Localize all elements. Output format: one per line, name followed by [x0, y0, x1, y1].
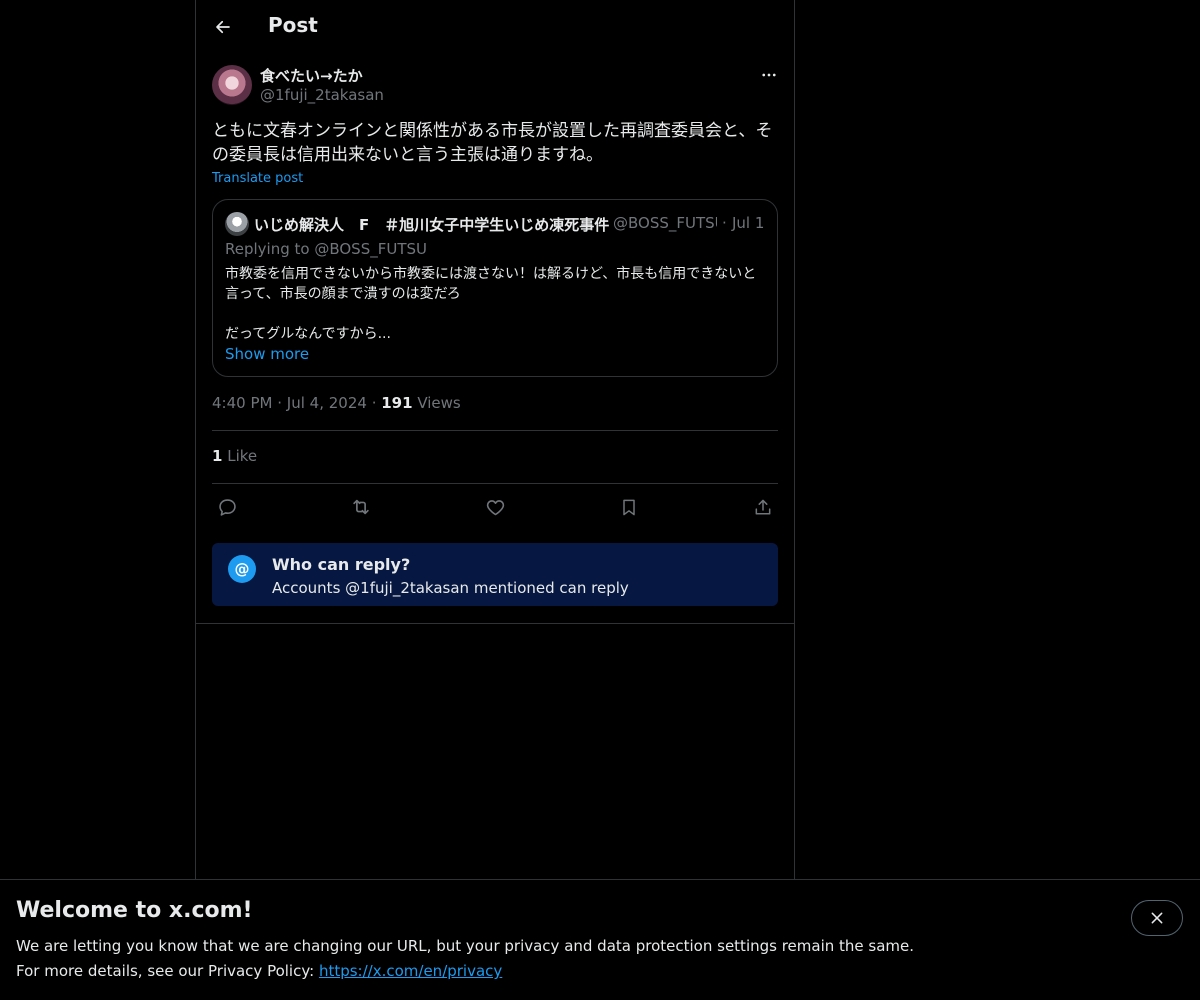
quote-text: 市教委を信用できないから市教委には渡さない！は解るけど、市長も信用できないと言っ… [225, 266, 757, 302]
quote-text-continued: だってグルなんですから... [225, 326, 391, 342]
repost-icon [353, 499, 369, 515]
close-icon [1151, 912, 1163, 924]
quote-date: Jul 1 [732, 214, 765, 232]
who-can-reply-subtitle: Accounts @1fuji_2takasan mentioned can r… [272, 579, 629, 597]
banner-message: We are letting you know that we are chan… [16, 937, 915, 955]
author-handle[interactable]: @1fuji_2takasan [260, 86, 384, 104]
share-icon [755, 499, 771, 514]
heart-icon [486, 499, 504, 515]
meta-separator: · [277, 394, 287, 412]
author-avatar[interactable] [212, 65, 252, 105]
privacy-policy-link[interactable]: https://x.com/en/privacy [319, 962, 502, 980]
show-more-link[interactable]: Show more [225, 345, 309, 363]
post-time[interactable]: 4:40 PM [212, 394, 272, 412]
quote-separator: · [722, 214, 727, 232]
share-button[interactable] [747, 494, 779, 520]
post-metadata: 4:40 PM · Jul 4, 2024 · 191 Views [212, 394, 461, 412]
quote-avatar [225, 212, 249, 236]
divider [196, 623, 794, 624]
likes-count: 1 [212, 447, 223, 465]
back-button[interactable] [206, 10, 240, 44]
welcome-banner: Welcome to x.com! We are letting you kno… [0, 879, 1200, 1000]
page-header: Post [196, 0, 794, 54]
at-sign-icon: @ [228, 555, 256, 583]
divider [212, 483, 778, 484]
quote-replying-to: Replying to @BOSS_FUTSU [225, 240, 427, 258]
who-can-reply-notice: @ Who can reply? Accounts @1fuji_2takasa… [212, 543, 778, 606]
banner-privacy-prefix: For more details, see our Privacy Policy… [16, 962, 319, 980]
more-options-button[interactable] [756, 62, 782, 88]
meta-separator: · [371, 394, 382, 412]
who-can-reply-title: Who can reply? [272, 555, 411, 574]
author-display-name[interactable]: 食べたい→たか [260, 65, 363, 86]
translate-post-link[interactable]: Translate post [212, 171, 303, 186]
views-label: Views [417, 394, 461, 412]
reply-icon [218, 498, 236, 516]
quote-handle: @BOSS_FUTSU [613, 214, 717, 232]
banner-privacy-line: For more details, see our Privacy Policy… [16, 962, 502, 980]
bookmark-button[interactable] [613, 494, 645, 520]
post-text: ともに文春オンラインと関係性がある市長が設置した再調査委員会と、その委員長は信用… [212, 121, 773, 165]
likes-label: Like [227, 447, 258, 465]
reply-button[interactable] [211, 494, 243, 520]
likes-link[interactable]: 1 Like [212, 447, 257, 465]
repost-button[interactable] [345, 494, 377, 520]
views-count: 191 [381, 394, 413, 412]
quoted-post[interactable]: いじめ解決人 F ＃旭川女子中学生いじめ凍死事件 @BOSS_FUTSU · J… [212, 199, 778, 377]
divider [212, 430, 778, 431]
bookmark-icon [623, 499, 635, 515]
banner-title: Welcome to x.com! [16, 898, 253, 923]
main-column: Post 食べたい→たか @1fuji_2takasan ともに文春オンラインと… [195, 0, 795, 879]
post-date[interactable]: Jul 4, 2024 [287, 394, 367, 412]
quote-display-name: いじめ解決人 F ＃旭川女子中学生いじめ凍死事件 [254, 216, 610, 234]
page-title: Post [268, 13, 318, 37]
arrow-left-icon [216, 20, 230, 34]
close-banner-button[interactable] [1131, 900, 1183, 936]
more-horizontal-icon [762, 73, 776, 77]
like-button[interactable] [479, 494, 511, 520]
